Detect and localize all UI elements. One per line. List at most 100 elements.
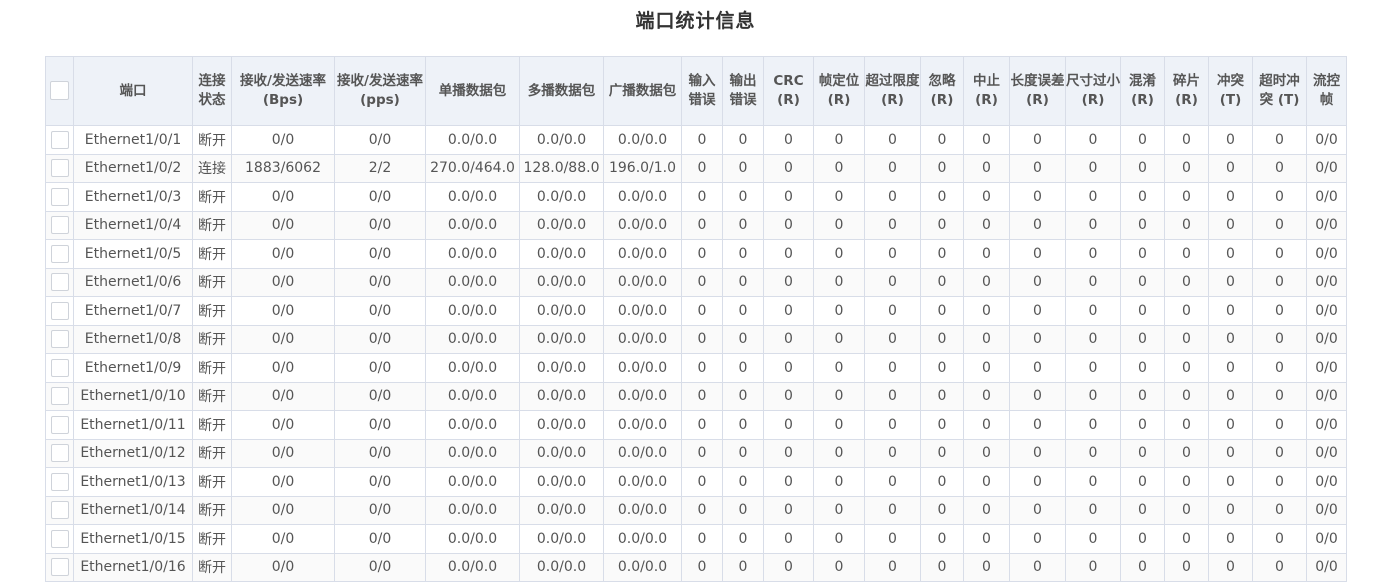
table-cell: 0 <box>920 153 964 183</box>
row-checkbox[interactable] <box>50 244 69 263</box>
row-checkbox[interactable] <box>50 529 69 548</box>
table-cell: 0.0/0.0 <box>519 239 604 269</box>
table-row[interactable]: Ethernet1/0/16 断开 0/0 0/0 0.0/0.0 0.0/0.0 0.0/… <box>45 552 1347 582</box>
table-row[interactable]: Ethernet1/0/5 断开 0/0 0/0 0.0/0.0 0.0/0.0 0.0/0… <box>45 239 1347 269</box>
table-cell: 0 <box>1208 467 1253 497</box>
table-cell: 0 <box>681 438 723 468</box>
table-cell: 0 <box>1208 353 1253 383</box>
table-cell: 0/0 <box>334 410 426 440</box>
table-row[interactable]: Ethernet1/0/6 断开 0/0 0/0 0.0/0.0 0.0/0.0 0.0/0… <box>45 267 1347 297</box>
row-checkbox[interactable] <box>50 187 69 206</box>
row-checkbox[interactable] <box>50 273 69 292</box>
table-row[interactable]: Ethernet1/0/2 连接 1883/6062 2/2 270.0/464.0 12… <box>45 153 1347 183</box>
table-cell: 0 <box>813 467 865 497</box>
table-cell: 0 <box>1252 524 1307 554</box>
table-cell: 0/0 <box>334 324 426 354</box>
table-row[interactable]: Ethernet1/0/4 断开 0/0 0/0 0.0/0.0 0.0/0.0 0.0/0… <box>45 210 1347 240</box>
row-checkbox[interactable] <box>50 130 69 149</box>
column-header: CRC (R) <box>763 56 814 126</box>
row-checkbox[interactable] <box>50 444 69 463</box>
table-cell: 0 <box>1009 353 1066 383</box>
row-checkbox[interactable] <box>50 330 69 349</box>
table-cell: 0 <box>1252 267 1307 297</box>
table-cell: 0 <box>1120 324 1165 354</box>
table-cell: 0 <box>920 438 964 468</box>
table-cell: 0 <box>681 552 723 582</box>
table-cell: 0 <box>1164 153 1209 183</box>
row-checkbox[interactable] <box>50 159 69 178</box>
row-checkbox[interactable] <box>50 501 69 520</box>
row-checkbox[interactable] <box>50 301 69 320</box>
table-row[interactable]: Ethernet1/0/8 断开 0/0 0/0 0.0/0.0 0.0/0.0 0.0/0… <box>45 324 1347 354</box>
row-checkbox[interactable] <box>50 358 69 377</box>
table-cell: 0 <box>1164 552 1209 582</box>
table-cell: 0 <box>1065 153 1121 183</box>
table-cell: 0 <box>1065 467 1121 497</box>
table-cell: 0 <box>681 324 723 354</box>
table-cell: 0.0/0.0 <box>603 267 682 297</box>
table-cell: 0 <box>1120 552 1165 582</box>
table-cell: 0 <box>1120 182 1165 212</box>
table-cell: 0 <box>1252 381 1307 411</box>
table-cell: 0.0/0.0 <box>425 552 520 582</box>
table-cell: 0 <box>763 239 814 269</box>
table-cell: 0 <box>722 324 764 354</box>
table-row[interactable]: Ethernet1/0/15 断开 0/0 0/0 0.0/0.0 0.0/0.0 0.0/… <box>45 524 1347 554</box>
table-cell: 0 <box>1065 125 1121 155</box>
table-cell: 0 <box>1164 438 1209 468</box>
row-checkbox[interactable] <box>50 558 69 577</box>
table-row[interactable]: Ethernet1/0/7 断开 0/0 0/0 0.0/0.0 0.0/0.0 0.0/0… <box>45 296 1347 326</box>
column-header: 帧定位 (R) <box>813 56 865 126</box>
table-cell: 0/0 <box>1306 524 1347 554</box>
table-cell: 0.0/0.0 <box>519 524 604 554</box>
table-row[interactable]: Ethernet1/0/3 断开 0/0 0/0 0.0/0.0 0.0/0.0 0.0/0… <box>45 182 1347 212</box>
table-cell: 0 <box>1009 524 1066 554</box>
link-status-cell: 断开 <box>192 125 232 155</box>
link-status-cell: 断开 <box>192 296 232 326</box>
table-row[interactable]: Ethernet1/0/1 断开 0/0 0/0 0.0/0.0 0.0/0.0 0.0/0… <box>45 125 1347 155</box>
column-header: 输出错误 <box>722 56 764 126</box>
row-checkbox[interactable] <box>50 472 69 491</box>
table-cell: 0/0 <box>231 182 335 212</box>
table-row[interactable]: Ethernet1/0/9 断开 0/0 0/0 0.0/0.0 0.0/0.0 0.0/0… <box>45 353 1347 383</box>
select-all-checkbox[interactable] <box>50 81 69 101</box>
link-status-cell: 断开 <box>192 381 232 411</box>
table-row[interactable]: Ethernet1/0/11 断开 0/0 0/0 0.0/0.0 0.0/0.0 0.0/… <box>45 410 1347 440</box>
table-cell: 0.0/0.0 <box>603 410 682 440</box>
select-all-header <box>45 56 74 126</box>
table-cell: 0 <box>1252 467 1307 497</box>
table-cell: 0.0/0.0 <box>603 524 682 554</box>
table-row[interactable]: Ethernet1/0/13 断开 0/0 0/0 0.0/0.0 0.0/0.0 0.0/… <box>45 467 1347 497</box>
table-cell: 0 <box>763 552 814 582</box>
table-cell: 0 <box>722 410 764 440</box>
table-row[interactable]: Ethernet1/0/12 断开 0/0 0/0 0.0/0.0 0.0/0.0 0.0/… <box>45 438 1347 468</box>
row-checkbox[interactable] <box>50 387 69 406</box>
table-cell: 0 <box>763 524 814 554</box>
row-select-cell <box>45 324 74 354</box>
port-name-cell: Ethernet1/0/16 <box>73 552 193 582</box>
row-select-cell <box>45 410 74 440</box>
table-cell: 0 <box>813 324 865 354</box>
table-cell: 0.0/0.0 <box>603 552 682 582</box>
table-cell: 0.0/0.0 <box>603 438 682 468</box>
table-cell: 0.0/0.0 <box>425 381 520 411</box>
table-cell: 0 <box>1252 182 1307 212</box>
row-checkbox[interactable] <box>50 415 69 434</box>
table-cell: 0 <box>1164 125 1209 155</box>
port-name-cell: Ethernet1/0/14 <box>73 495 193 525</box>
table-cell: 0.0/0.0 <box>603 296 682 326</box>
table-cell: 0/0 <box>334 381 426 411</box>
table-cell: 0 <box>1065 410 1121 440</box>
table-cell: 0 <box>864 495 921 525</box>
port-name-cell: Ethernet1/0/7 <box>73 296 193 326</box>
table-cell: 0 <box>1065 210 1121 240</box>
table-cell: 0 <box>864 210 921 240</box>
table-cell: 0 <box>1009 495 1066 525</box>
table-cell: 0 <box>1164 296 1209 326</box>
table-row[interactable]: Ethernet1/0/10 断开 0/0 0/0 0.0/0.0 0.0/0.0 0.0/… <box>45 381 1347 411</box>
row-checkbox[interactable] <box>50 216 69 235</box>
table-row[interactable]: Ethernet1/0/14 断开 0/0 0/0 0.0/0.0 0.0/0.0 0.0/… <box>45 495 1347 525</box>
table-cell: 0/0 <box>231 438 335 468</box>
column-header: 超时冲突 (T) <box>1252 56 1307 126</box>
table-cell: 0.0/0.0 <box>519 324 604 354</box>
